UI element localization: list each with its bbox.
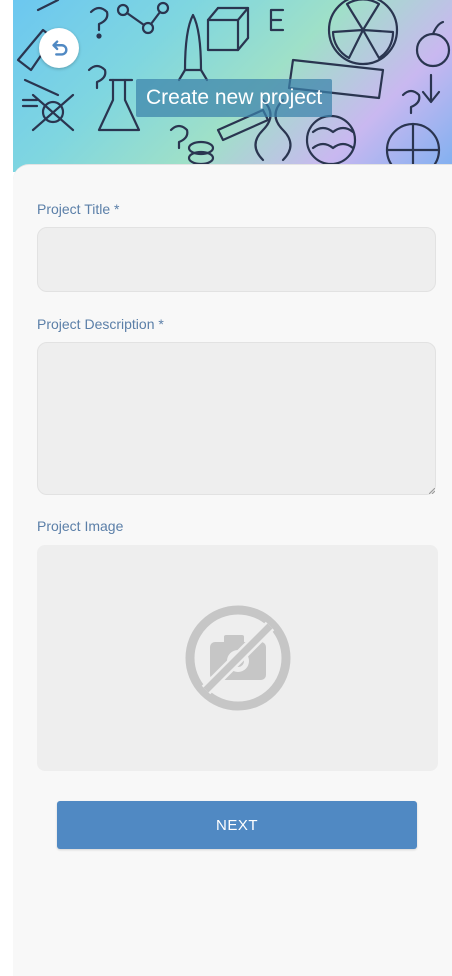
page-title: Create new project xyxy=(136,79,333,117)
project-image-label: Project Image xyxy=(37,518,124,534)
project-title-input[interactable] xyxy=(37,227,436,292)
resize-grip-icon[interactable] xyxy=(429,488,435,494)
project-description-label: Project Description * xyxy=(37,316,164,332)
project-title-label: Project Title * xyxy=(37,201,120,217)
project-form: Project Title * Project Description * Pr… xyxy=(13,164,452,976)
back-arrow-icon xyxy=(52,40,68,56)
back-button[interactable] xyxy=(39,28,79,68)
project-description-input[interactable] xyxy=(37,342,436,495)
next-button[interactable]: NEXT xyxy=(57,801,417,849)
project-image-picker[interactable] xyxy=(37,545,438,771)
no-camera-icon xyxy=(185,605,290,711)
header-banner: Create new project xyxy=(13,0,452,172)
create-project-screen: Create new project Project Title * Proje… xyxy=(0,0,452,976)
